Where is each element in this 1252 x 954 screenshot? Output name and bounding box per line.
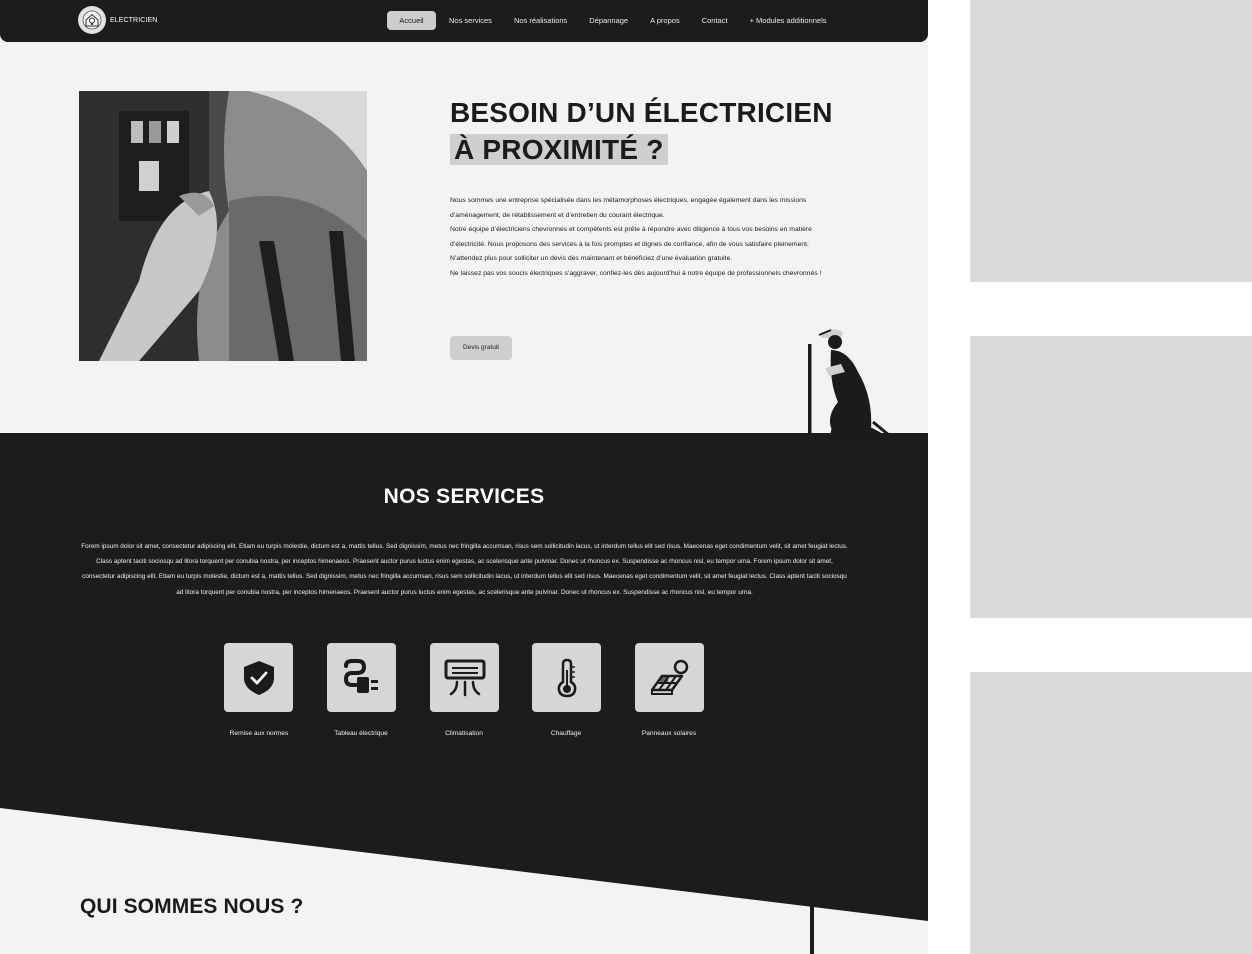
plug-icon <box>343 658 378 693</box>
hero-title: BESOIN D’UN ÉLECTRICIEN À PROXIMITÉ ? <box>450 94 890 168</box>
air-conditioner-icon <box>444 659 485 696</box>
hero-photo <box>79 91 367 361</box>
shield-check-icon <box>243 660 274 695</box>
hero-title-line2: À PROXIMITÉ ? <box>450 134 668 165</box>
service-label: Panneaux solaires <box>641 730 697 737</box>
about-title: QUI SOMMES NOUS ? <box>80 895 304 918</box>
nav-item-modules[interactable]: + Modules additionnels <box>739 11 838 30</box>
solar-panel-icon <box>650 659 688 695</box>
hero-title-line1: BESOIN D’UN ÉLECTRICIEN <box>450 97 833 128</box>
services-description: Forem ipsum dolor sit amet, consectetur … <box>81 543 848 596</box>
hero-paragraph: Notre équipe d’électriciens chevronnés e… <box>450 226 812 263</box>
hero-paragraph: Ne laissez pas vos soucis électriques s’… <box>450 269 822 277</box>
service-card-chauffage[interactable] <box>532 643 601 712</box>
service-card-tableau[interactable] <box>327 643 396 712</box>
service-card-climatisation[interactable] <box>430 643 499 712</box>
hero-paragraph: Nous sommes une entreprise spécialisée d… <box>450 197 807 219</box>
house-bulb-icon <box>78 6 106 34</box>
thermometer-icon <box>557 658 576 697</box>
service-card-normes[interactable] <box>224 643 293 712</box>
brand-logo[interactable]: ELECTRICIEN <box>78 6 157 34</box>
service-card-solaires[interactable] <box>635 643 704 712</box>
image-placeholder <box>970 672 1252 954</box>
hero-description: Nous sommes une entreprise spécialisée d… <box>450 194 835 282</box>
nav-item-realisations[interactable]: Nos réalisations <box>503 11 578 30</box>
nav-item-contact[interactable]: Contact <box>691 11 739 30</box>
navbar: ELECTRICIEN Accueil Nos services Nos réa… <box>0 0 928 42</box>
service-label: Tableau électrique <box>334 730 388 737</box>
nav-item-depannage[interactable]: Dépannage <box>578 11 639 30</box>
image-placeholder <box>970 336 1252 618</box>
service-label: Climatisation <box>445 730 483 737</box>
services-title: NOS SERVICES <box>383 485 545 508</box>
nav-item-apropos[interactable]: A propos <box>639 11 691 30</box>
worker-illustration <box>808 329 896 442</box>
free-quote-button[interactable]: Devis gratuit <box>450 336 512 360</box>
pole-decoration <box>810 905 814 954</box>
landing-page: ELECTRICIEN Accueil Nos services Nos réa… <box>0 0 928 954</box>
nav-item-accueil[interactable]: Accueil <box>387 11 436 30</box>
brand-name: ELECTRICIEN <box>110 16 158 24</box>
nav-item-services[interactable]: Nos services <box>438 11 503 30</box>
service-label: Remise aux normes <box>229 730 289 737</box>
image-placeholder <box>970 0 1252 282</box>
main-nav: Accueil Nos services Nos réalisations Dé… <box>387 11 838 30</box>
service-label: Chauffage <box>550 730 582 737</box>
